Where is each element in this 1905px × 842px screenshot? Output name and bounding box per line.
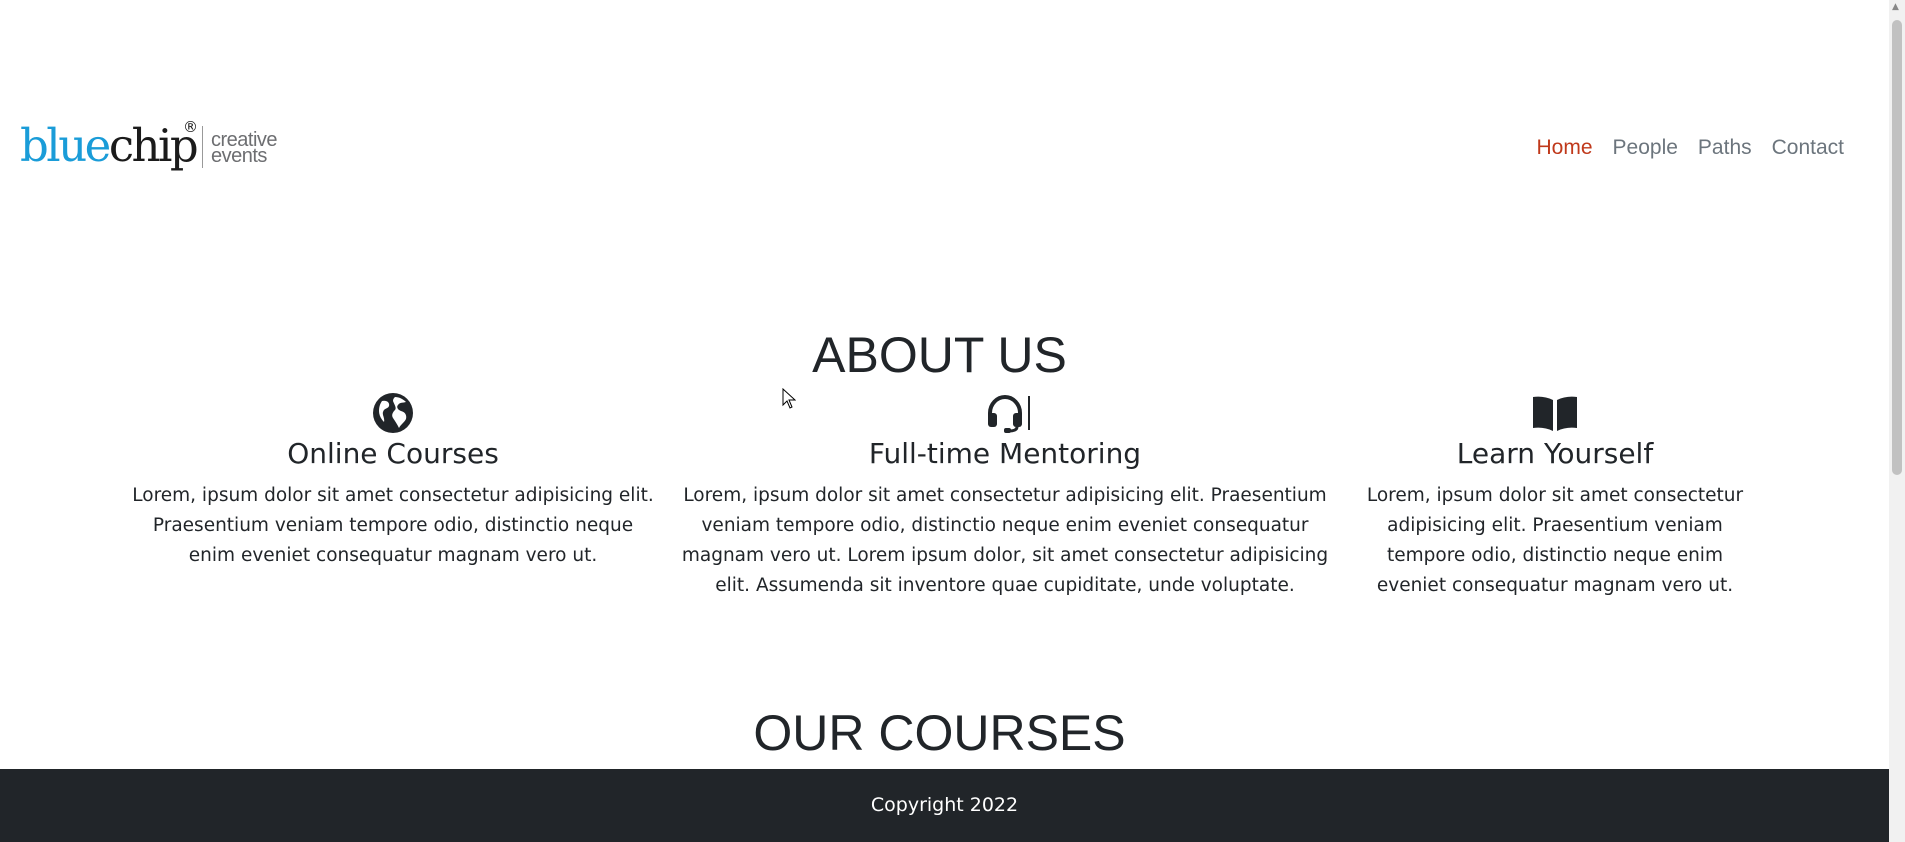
nav-link-home[interactable]: Home — [1537, 134, 1593, 162]
feature-title: Online Courses — [287, 437, 499, 470]
feature-text: Lorem, ipsum dolor sit amet consectetur … — [1366, 485, 1744, 596]
our-courses-heading: OUR COURSES — [753, 705, 1126, 761]
globe-icon — [373, 393, 413, 433]
feature-title: Full-time Mentoring — [868, 437, 1142, 470]
page: bluechip ® creative events Home People P… — [0, 0, 1889, 842]
headset-icon — [988, 394, 1022, 433]
logo-part-blue: blue — [20, 119, 111, 172]
feature-text: Lorem, ipsum dolor sit amet consectetur … — [681, 485, 1329, 596]
feature-learn-yourself: Learn Yourself Lorem, ipsum dolor sit am… — [1365, 393, 1745, 601]
mouse-pointer-icon — [782, 388, 796, 409]
nav-link-paths[interactable]: Paths — [1698, 134, 1752, 162]
navbar: bluechip ® creative events Home People P… — [0, 0, 1889, 300]
copyright-text: Copyright 2022 — [870, 794, 1019, 816]
logo-divider — [202, 126, 203, 168]
book-icon — [1533, 396, 1577, 431]
logo-wordmark: bluechip — [20, 116, 199, 176]
footer: Copyright 2022 — [0, 769, 1889, 842]
scroll-up-arrow-icon[interactable]: ▲ — [1892, 2, 1899, 12]
about-us-heading: ABOUT US — [812, 327, 1067, 383]
feature-full-time-mentoring: Full-time Mentoring Lorem, ipsum dolor s… — [680, 393, 1330, 601]
feature-online-courses: Online Courses Lorem, ipsum dolor sit am… — [130, 393, 656, 571]
main-nav: Home People Paths Contact — [1537, 134, 1845, 162]
scrollbar-thumb[interactable] — [1892, 20, 1902, 475]
brand-logo[interactable]: bluechip ® creative events — [20, 116, 280, 176]
feature-text: Lorem, ipsum dolor sit amet consectetur … — [132, 485, 654, 566]
nav-link-people[interactable]: People — [1613, 134, 1678, 162]
nav-link-contact[interactable]: Contact — [1772, 134, 1844, 162]
page-scrollbar[interactable]: ▲ — [1889, 0, 1905, 842]
logo-tagline: creative events — [211, 130, 278, 166]
feature-title: Learn Yourself — [1456, 437, 1654, 470]
logo-registered-mark: ® — [183, 118, 198, 136]
text-caret — [1028, 396, 1030, 430]
